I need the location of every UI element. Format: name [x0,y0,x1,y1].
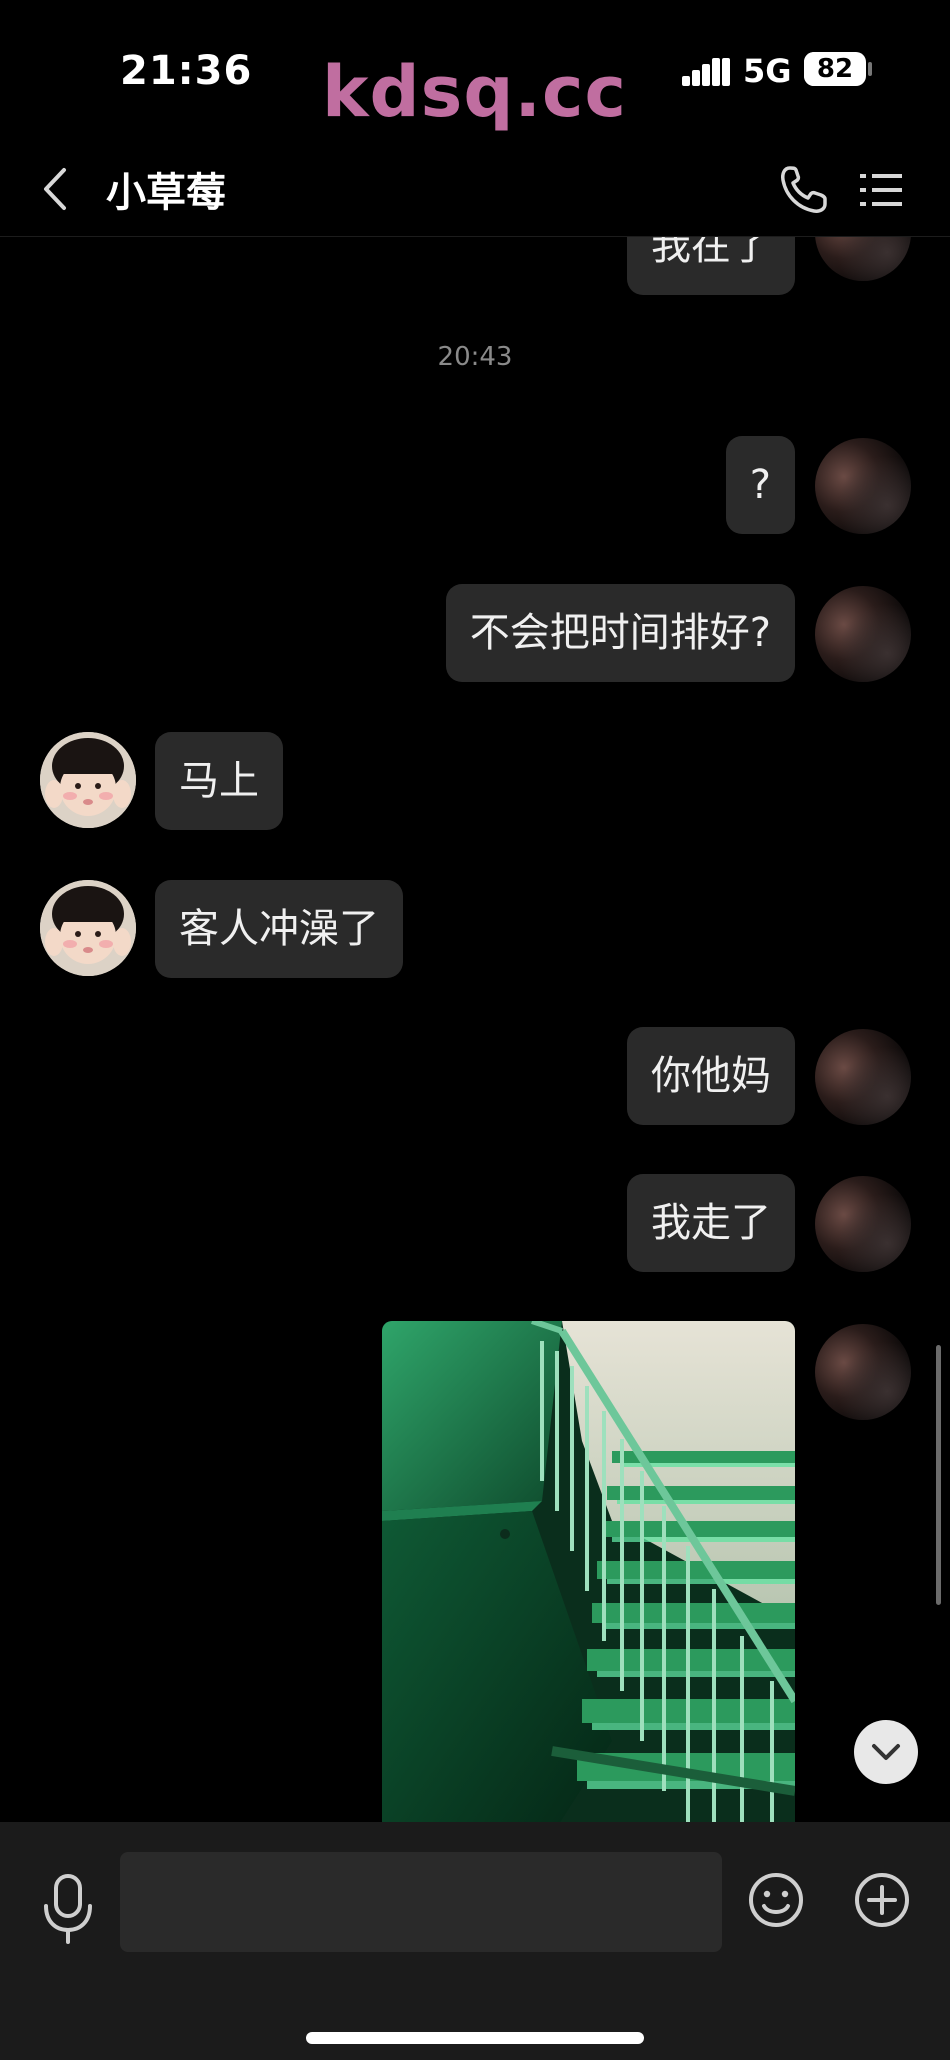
chat-header: 小草莓 [0,140,950,237]
phone-icon [781,166,827,213]
my-avatar[interactable] [815,1029,911,1125]
message-bubble[interactable]: 不会把时间排好? [445,584,795,682]
message-bubble[interactable]: 我在了 [627,237,795,295]
more-actions-button[interactable] [852,1870,912,1930]
my-avatar[interactable] [815,586,911,682]
voice-call-button[interactable] [770,154,836,224]
status-bar: 21:36 kdsq.cc 5G 82 [0,0,950,140]
plus-icon [855,1873,909,1927]
voice-input-button[interactable] [38,1870,98,1950]
message-text: 我在了 [651,237,771,269]
scroll-indicator[interactable] [936,1345,941,1605]
message-text: 客人冲澡了 [179,906,379,952]
my-avatar[interactable] [815,1324,911,1420]
home-indicator[interactable] [306,2032,644,2044]
battery-icon: 82 [804,52,866,86]
message-bubble[interactable]: 马上 [155,732,283,830]
message-bubble[interactable]: 你他妈 [627,1027,795,1125]
emoji-icon [749,1873,803,1927]
message-bubble[interactable]: ? [725,436,795,534]
message-bubble[interactable]: 客人冲澡了 [155,880,403,978]
contact-avatar-image [40,880,136,976]
scroll-to-latest-button[interactable] [854,1720,918,1784]
my-avatar[interactable] [815,438,911,534]
my-avatar[interactable] [815,1176,911,1272]
back-button[interactable] [30,154,90,224]
stairwell-photo [382,1321,795,1822]
image-message[interactable] [382,1321,795,1822]
message-timestamp: 20:43 [437,342,513,372]
message-input[interactable] [120,1852,722,1952]
message-text: 你他妈 [651,1053,771,1099]
message-text: ? [749,462,771,508]
contact-avatar-image [40,732,136,828]
chat-title: 小草莓 [106,170,226,216]
message-text: 马上 [179,758,259,804]
status-time: 21:36 [120,48,253,94]
message-bubble[interactable]: 我走了 [627,1174,795,1272]
input-bar [0,1822,950,2060]
chat-menu-button[interactable] [856,160,906,220]
contact-avatar[interactable] [40,880,136,976]
emoji-button[interactable] [746,1870,806,1930]
message-list[interactable]: 我在了 20:43 ? 不会把时间排好? 马上 客人冲澡了 你他妈 我走了 [0,237,950,1822]
message-text: 不会把时间排好? [469,610,771,656]
battery-percent: 82 [816,54,854,84]
chevron-down-icon [872,1744,900,1760]
watermark-text: kdsq.cc [322,51,628,133]
contact-avatar[interactable] [40,732,136,828]
signal-icon [682,56,730,86]
message-text: 我走了 [651,1200,771,1246]
my-avatar[interactable] [815,237,911,281]
chevron-left-icon [44,168,66,210]
microphone-icon [44,1874,92,1944]
network-type: 5G [743,52,792,90]
menu-icon [860,174,902,206]
battery-tip [868,62,872,76]
